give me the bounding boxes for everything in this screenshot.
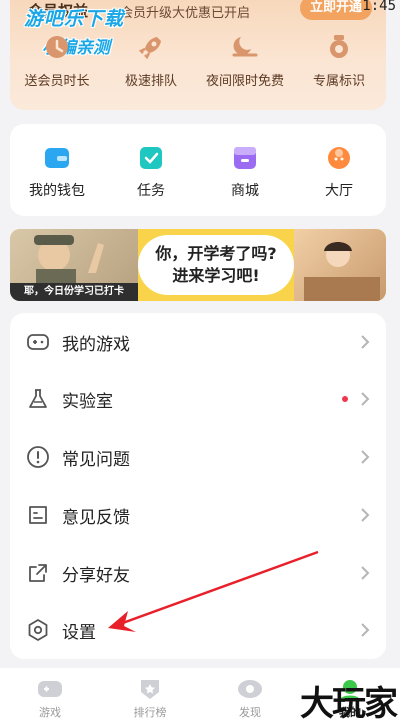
menu-item-settings[interactable]: 设置 bbox=[10, 601, 386, 659]
quick-hall[interactable]: 大厅 bbox=[292, 144, 386, 216]
menu-label: 实验室 bbox=[62, 391, 113, 412]
perk-label: 送会员时长 bbox=[24, 74, 90, 89]
rank-tab-icon bbox=[141, 680, 159, 699]
tab-discover[interactable]: 发现 bbox=[200, 668, 300, 721]
tab-label: 游戏 bbox=[39, 706, 61, 719]
quick-label: 任务 bbox=[137, 183, 165, 199]
chevron-right-icon bbox=[361, 392, 370, 406]
moon-icon bbox=[230, 32, 260, 62]
flask-icon bbox=[29, 389, 47, 408]
task-icon bbox=[140, 147, 162, 169]
share-icon bbox=[29, 564, 47, 582]
menu-label: 意见反馈 bbox=[62, 507, 130, 528]
wallet-icon bbox=[45, 148, 69, 168]
banner-photo-right bbox=[294, 229, 386, 301]
perk-member-time[interactable]: 送会员时长 bbox=[10, 32, 104, 96]
menu-item-my-games[interactable]: 我的游戏 bbox=[10, 313, 386, 371]
menu-item-share[interactable]: 分享好友 bbox=[10, 544, 386, 602]
promo-banner[interactable]: 耶，今日份学习已打卡 你，开学考了吗? 进来学习吧! bbox=[10, 229, 386, 301]
menu-item-feedback[interactable]: 意见反馈 bbox=[10, 486, 386, 544]
menu-item-faq[interactable]: 常见问题 bbox=[10, 428, 386, 486]
settings-icon bbox=[28, 619, 48, 641]
perk-label: 专属标识 bbox=[312, 74, 365, 89]
chevron-right-icon bbox=[361, 566, 370, 580]
quick-label: 大厅 bbox=[325, 183, 353, 199]
perk-badge[interactable]: 专属标识 bbox=[292, 32, 386, 96]
quick-label: 我的钱包 bbox=[29, 183, 85, 199]
menu-label: 设置 bbox=[62, 622, 96, 643]
banner-line-2: 进来学习吧! bbox=[172, 266, 260, 285]
shop-icon bbox=[234, 147, 256, 169]
tab-label: 发现 bbox=[239, 706, 261, 719]
quick-label: 商城 bbox=[231, 183, 259, 199]
perk-night-free[interactable]: 夜间限时免费 bbox=[198, 32, 292, 96]
perk-label: 极速排队 bbox=[124, 74, 177, 89]
status-time: 1:45 bbox=[362, 0, 396, 14]
tab-games[interactable]: 游戏 bbox=[0, 668, 100, 721]
notification-dot bbox=[342, 396, 348, 402]
rocket-icon bbox=[136, 32, 166, 62]
quick-wallet[interactable]: 我的钱包 bbox=[10, 144, 104, 216]
watermark-line-1: 游吧乐下载 bbox=[24, 8, 125, 30]
quick-shop[interactable]: 商城 bbox=[198, 144, 292, 216]
banner-line-1: 你，开学考了吗? bbox=[155, 244, 277, 263]
banner-caption: 耶，今日份学习已打卡 bbox=[10, 283, 138, 301]
perk-label: 夜间限时免费 bbox=[205, 74, 284, 89]
tab-label: 排行榜 bbox=[133, 706, 167, 719]
clock-icon bbox=[42, 32, 72, 62]
chevron-right-icon bbox=[361, 450, 370, 464]
perk-fast-queue[interactable]: 极速排队 bbox=[104, 32, 198, 96]
feedback-icon bbox=[29, 506, 47, 524]
badge-icon bbox=[324, 32, 354, 62]
quick-entry-card: 我的钱包 任务 商城 大厅 bbox=[10, 124, 386, 216]
corner-watermark: 大玩家 bbox=[300, 684, 398, 721]
menu-label: 分享好友 bbox=[62, 565, 130, 586]
perk-row: 送会员时长 极速排队 夜间限时免费 专属标识 bbox=[10, 32, 386, 96]
discover-tab-icon bbox=[238, 680, 262, 698]
menu-label: 常见问题 bbox=[62, 449, 130, 470]
gamepad-icon bbox=[27, 334, 49, 350]
quick-task[interactable]: 任务 bbox=[104, 144, 198, 216]
game-tab-icon bbox=[38, 681, 62, 697]
menu-label: 我的游戏 bbox=[62, 334, 130, 355]
menu-card: 我的游戏 实验室 常见问题 意见反馈 分享好友 设置 bbox=[10, 313, 386, 659]
banner-photo-left: 耶，今日份学习已打卡 bbox=[10, 229, 138, 301]
vip-card: 会员权益 会员升级大优惠已开启 立即开通 游吧乐下载 小编亲测 送会员时长 极速… bbox=[10, 0, 386, 110]
menu-item-lab[interactable]: 实验室 bbox=[10, 370, 386, 428]
chevron-right-icon bbox=[361, 623, 370, 637]
chevron-right-icon bbox=[361, 335, 370, 349]
open-vip-button[interactable]: 立即开通 bbox=[300, 0, 372, 20]
banner-speech-bubble: 你，开学考了吗? 进来学习吧! bbox=[138, 235, 294, 295]
question-icon bbox=[27, 446, 49, 468]
tab-rank[interactable]: 排行榜 bbox=[100, 668, 200, 721]
hall-icon bbox=[328, 147, 350, 169]
chevron-right-icon bbox=[361, 508, 370, 522]
